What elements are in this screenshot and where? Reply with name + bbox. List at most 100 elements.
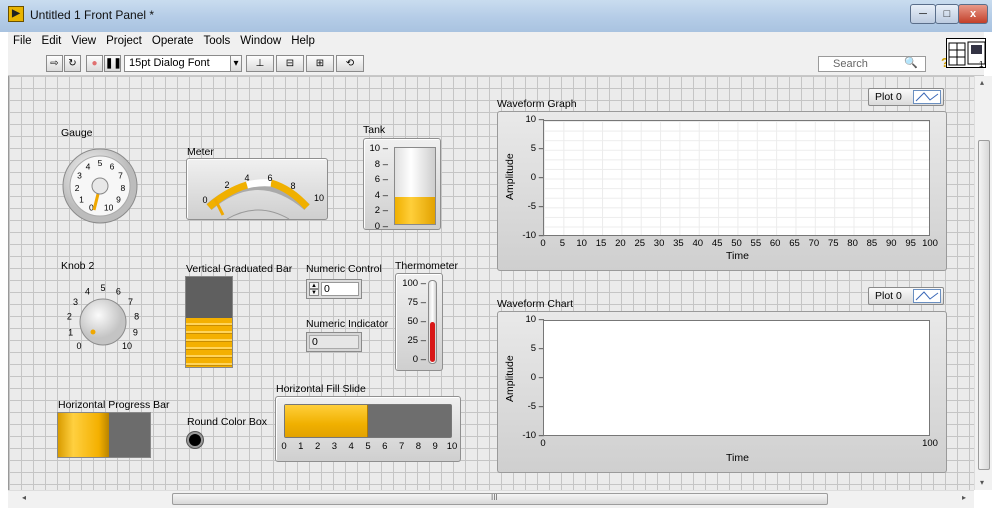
graph-plot-legend[interactable]: Plot 0 [868, 88, 944, 106]
vertical-scroll-thumb[interactable] [978, 140, 990, 470]
graph-ylabel: Amplitude [504, 153, 516, 200]
knob-tick-label: 0 [76, 341, 81, 351]
tank-tick-label: 10 – [369, 143, 389, 154]
graph-x-tick: 95 [905, 238, 916, 249]
horizontal-scroll-thumb[interactable]: III [172, 493, 828, 505]
knob-label: Knob 2 [61, 260, 95, 272]
tank-tick-label: 2 – [374, 205, 388, 217]
thermometer: 100 – 75 – 50 – 25 – 0 – [395, 273, 443, 371]
graph-x-tick: 40 [692, 238, 704, 249]
chart-plot-area[interactable] [543, 320, 930, 436]
numeric-indicator-value: 0 [309, 335, 359, 349]
graph-x-tick: 90 [886, 238, 897, 249]
graph-x-tick: 0 [540, 238, 546, 249]
abort-execution-icon[interactable]: ● [86, 55, 103, 72]
scroll-up-arrow-icon[interactable]: ▴ [980, 78, 984, 87]
graph-x-tick: 5 [559, 238, 565, 249]
waveform-chart-title: Waveform Chart [497, 298, 574, 310]
vi-connector-icon[interactable]: 1 [946, 38, 986, 69]
chart-y-tick: -5 – [527, 401, 544, 412]
graph-x-tick: 80 [847, 238, 858, 249]
hslide-tick-label: 10 [446, 441, 458, 452]
menu-project[interactable]: Project [101, 32, 147, 47]
knob-tick-label: 4 [85, 287, 90, 297]
graph-x-tick: 15 [595, 238, 607, 249]
numeric-control-input[interactable]: 0 [321, 282, 359, 296]
round-color-box[interactable] [187, 432, 203, 448]
graph-x-tick: 50 [731, 238, 742, 249]
decrement-button[interactable]: ▼ [309, 289, 319, 296]
graph-plot-legend-label: Plot 0 [875, 91, 902, 103]
scroll-down-arrow-icon[interactable]: ▾ [980, 478, 984, 487]
thermometer-tube [428, 280, 437, 364]
knob-tick-label: 3 [73, 297, 78, 307]
search-icon[interactable]: 🔍 [904, 56, 918, 69]
tank-tick-label: 0 – [374, 221, 388, 232]
menu-view[interactable]: View [66, 32, 101, 47]
font-label: 15pt Dialog Font [129, 57, 210, 69]
chart-plot-legend[interactable]: Plot 0 [868, 287, 944, 305]
knob[interactable]: 0 1 2 3 4 5 6 7 8 9 10 [55, 272, 149, 362]
maximize-button[interactable]: □ [935, 4, 959, 24]
meter[interactable]: 0 2 4 6 8 10 [186, 158, 328, 220]
graph-x-tick: 10 [576, 238, 587, 249]
window-title: Untitled 1 Front Panel * [30, 8, 155, 22]
tank-tick-label: 8 – [374, 158, 388, 170]
gauge-tick-label: 1 [79, 195, 84, 205]
menu-window[interactable]: Window [235, 32, 286, 47]
menu-file[interactable]: File [8, 32, 37, 47]
align-objects-icon[interactable]: ⊥ [246, 55, 274, 72]
numeric-control[interactable]: ▲ ▼ 0 [306, 279, 362, 299]
graph-x-tick: 45 [711, 238, 723, 249]
gauge-tick-label: 5 [98, 158, 103, 168]
graph-x-tick: 70 [808, 238, 820, 249]
graph-x-tick: 60 [769, 238, 781, 249]
pause-icon[interactable]: ❚❚ [104, 55, 122, 72]
increment-button[interactable]: ▲ [309, 282, 319, 289]
tank-vessel [394, 147, 436, 225]
waveform-graph-title: Waveform Graph [497, 98, 577, 110]
hprogress-label: Horizontal Progress Bar [58, 399, 170, 411]
graph-plot-line-icon [913, 90, 941, 104]
knob-tick-label: 8 [134, 312, 139, 322]
resize-objects-icon[interactable]: ⊞ [306, 55, 334, 72]
run-continuously-icon[interactable]: ↻ [64, 55, 81, 72]
menu-operate[interactable]: Operate [147, 32, 199, 47]
font-dropdown-arrow-icon[interactable]: ▾ [230, 55, 242, 72]
tank-label: Tank [363, 124, 386, 136]
menu-edit[interactable]: Edit [37, 32, 67, 47]
hslide-fill [285, 405, 368, 437]
gauge[interactable]: 0 1 2 3 4 5 6 7 8 9 10 [61, 144, 139, 228]
svg-text:1: 1 [979, 60, 984, 69]
text-settings-dropdown[interactable]: 15pt Dialog Font [124, 55, 240, 72]
scroll-right-arrow-icon[interactable]: ▸ [962, 493, 966, 502]
menu-help[interactable]: Help [286, 32, 320, 47]
run-arrow-icon[interactable]: ⇨ [46, 55, 63, 72]
minimize-button[interactable]: ─ [910, 4, 936, 24]
numeric-indicator-label: Numeric Indicator [306, 318, 389, 330]
distribute-objects-icon[interactable]: ⊟ [276, 55, 304, 72]
knob-tick-label: 10 [122, 341, 132, 351]
thermometer-label: Thermometer [395, 260, 459, 272]
scroll-left-arrow-icon[interactable]: ◂ [22, 493, 26, 502]
thermometer-tick-label: 25 – [407, 335, 427, 346]
close-button[interactable]: x [958, 4, 988, 24]
chart-xlabel: Time [726, 452, 749, 464]
front-panel[interactable]: Gauge 0 1 2 3 4 5 6 7 8 9 10 Meter 0 2 4 6 8 10 Tank 10… [8, 76, 974, 490]
chart-x-tick: 100 [922, 438, 938, 449]
chart-plot-legend-label: Plot 0 [875, 290, 902, 302]
gauge-tick-label: 6 [110, 161, 115, 171]
hprogress-fill [58, 413, 109, 457]
meter-tick-label: 0 [202, 195, 207, 205]
graph-plot-area[interactable] [543, 120, 930, 236]
hslide-track[interactable] [284, 404, 452, 438]
round-color-box-label: Round Color Box [187, 416, 267, 428]
menu-bar: File Edit View Project Operate Tools Window Hel… [8, 32, 984, 50]
thermometer-tick-label: 50 – [407, 316, 427, 327]
tank-fill [395, 196, 435, 224]
reorder-icon[interactable]: ⟲ [336, 55, 364, 72]
menu-tools[interactable]: Tools [198, 32, 235, 47]
thermometer-fill [430, 322, 435, 362]
graph-x-tick: 20 [615, 238, 626, 249]
horizontal-fill-slide[interactable]: 0 1 2 3 4 5 6 7 8 9 10 [275, 396, 461, 462]
